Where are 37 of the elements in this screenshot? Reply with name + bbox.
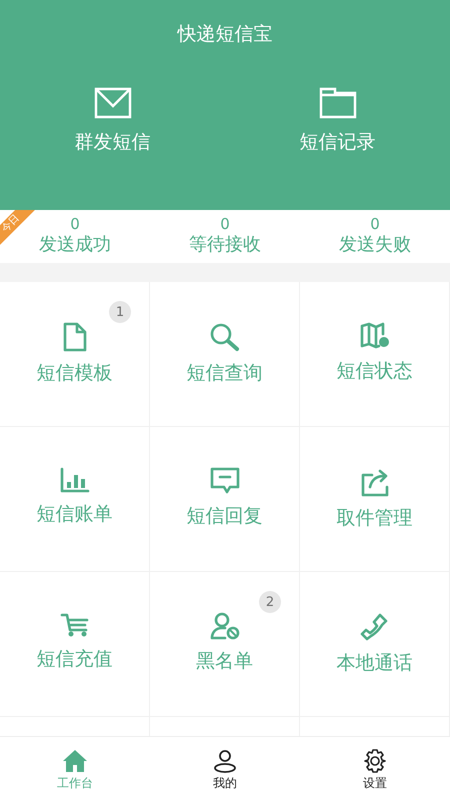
stat-label: 发送成功: [39, 233, 111, 257]
count-badge: 1: [109, 301, 131, 323]
home-icon: [62, 749, 88, 773]
stat-value: 0: [70, 215, 80, 233]
stat-value: 0: [220, 215, 230, 233]
menu-tile[interactable]: 短信回复: [150, 427, 300, 572]
tab-bar-item[interactable]: 工作台: [0, 737, 150, 800]
folder-icon: [318, 87, 356, 119]
map-pin-icon: [360, 322, 390, 350]
share-icon: [360, 467, 390, 497]
menu-tile[interactable]: 短信充值: [0, 572, 150, 717]
settings-icon: [363, 749, 387, 773]
phone-icon: [360, 612, 390, 642]
menu-tile[interactable]: 短信状态: [300, 282, 450, 427]
person-icon: [213, 749, 237, 773]
app-title: 快递短信宝: [178, 22, 272, 47]
stat-label: 发送失败: [339, 233, 411, 257]
menu-tile[interactable]: 取件管理: [300, 427, 450, 572]
message-icon: [210, 467, 240, 495]
envelope-icon: [94, 87, 132, 119]
bar-chart-icon: [60, 467, 90, 493]
stat-label: 等待接收: [189, 233, 261, 257]
menu-tile[interactable]: 1 短信模板: [0, 282, 150, 427]
menu-tile[interactable]: 本地通话: [300, 572, 450, 717]
menu-tile[interactable]: 短信查询: [150, 282, 300, 427]
tab-bar-item[interactable]: 设置: [300, 737, 450, 800]
document-icon: [62, 322, 88, 352]
cart-icon: [60, 612, 90, 638]
count-badge: 2: [259, 591, 281, 613]
search-icon: [208, 322, 240, 352]
header-action[interactable]: 群发短信: [0, 87, 225, 155]
header-action[interactable]: 短信记录: [225, 87, 450, 155]
tab-bar-item[interactable]: 我的: [150, 737, 300, 800]
menu-tile[interactable]: 2 黑名单: [150, 572, 300, 717]
stat-value: 0: [370, 215, 380, 233]
menu-tile[interactable]: 短信账单: [0, 427, 150, 572]
user-blocked-icon: [208, 612, 240, 640]
